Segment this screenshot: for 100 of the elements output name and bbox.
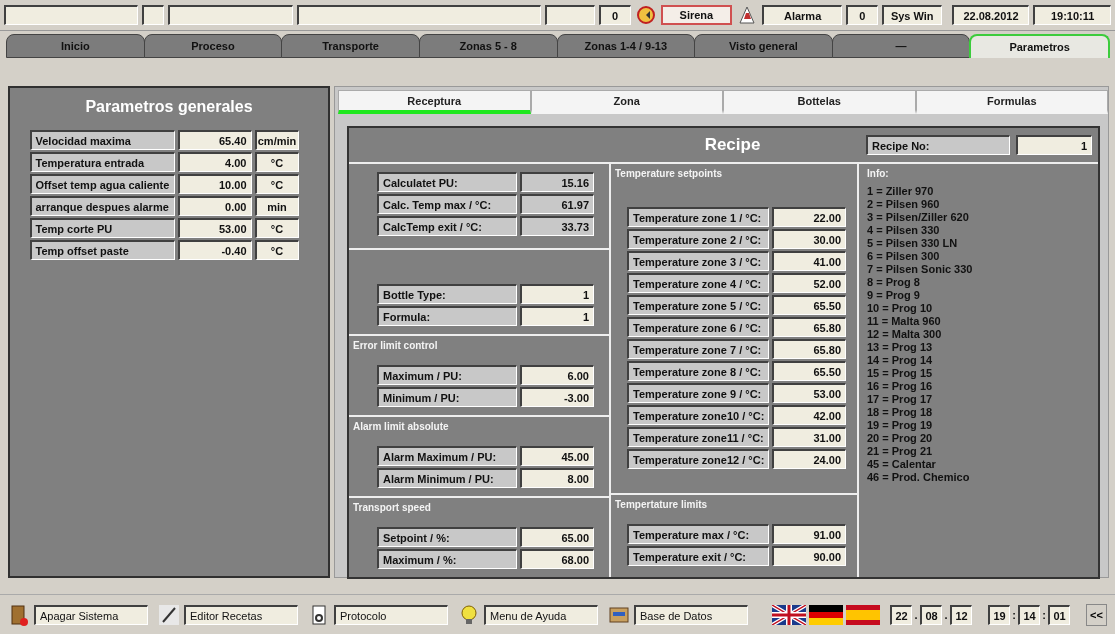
subtab[interactable]: Formulas — [915, 90, 1108, 114]
field-label: Velocidad maxima — [29, 130, 175, 150]
info-title: Info: — [867, 168, 890, 179]
info-line: 4 = Pilsen 330 — [867, 224, 941, 237]
date-field: 22.08.2012 — [951, 5, 1030, 25]
uk-flag-icon[interactable] — [772, 605, 806, 625]
info-line: 18 = Prog 18 — [867, 406, 934, 419]
value-field[interactable]: 1 — [1016, 135, 1092, 155]
value-field[interactable]: -0.40 — [177, 240, 252, 260]
siren-button[interactable]: Sirena — [660, 5, 733, 25]
value-field[interactable]: 6.00 — [520, 365, 594, 385]
field-label: Temperature zone 5 / °C: — [627, 295, 769, 315]
tab[interactable]: — — [831, 34, 971, 58]
value-field[interactable]: 52.00 — [772, 273, 846, 293]
info-line: 20 = Prog 20 — [867, 432, 934, 445]
value-field[interactable]: 41.00 — [772, 251, 846, 271]
tab[interactable]: Inicio — [6, 34, 145, 58]
value-field[interactable]: 65.50 — [772, 295, 846, 315]
tab[interactable]: Visto general — [694, 34, 833, 58]
value-field[interactable]: 68.00 — [520, 549, 594, 569]
panel-title: Recipe — [703, 135, 762, 155]
info-line: 17 = Prog 17 — [867, 393, 934, 406]
value-field[interactable]: 91.00 — [772, 524, 846, 544]
field-label: Temperature zone 2 / °C: — [627, 229, 769, 249]
section-title: Error limit control — [353, 340, 438, 351]
value-field[interactable]: 65.80 — [772, 339, 846, 359]
field-label: Maximum / PU: — [377, 365, 517, 385]
value-field[interactable]: 65.50 — [772, 361, 846, 381]
value-field[interactable]: -3.00 — [520, 387, 594, 407]
field-label: Alarm Maximum / PU: — [377, 446, 517, 466]
date-time-field[interactable]: 12 — [950, 605, 972, 625]
date-time-field[interactable]: 19 — [988, 605, 1010, 625]
field-label: Calculatet PU: — [377, 172, 517, 192]
tab[interactable]: Transporte — [281, 34, 420, 58]
info-line: 21 = Prog 21 — [867, 445, 934, 458]
value-field[interactable]: 1 — [520, 306, 594, 326]
value-field[interactable]: 0.00 — [177, 196, 252, 216]
value-field[interactable]: 22.00 — [772, 207, 846, 227]
count-field: 0 — [845, 5, 878, 25]
field-label: Temperature zone12 / °C: — [627, 449, 769, 469]
value-field[interactable]: 53.00 — [177, 218, 252, 238]
value-field[interactable]: 42.00 — [772, 405, 846, 425]
value-field[interactable]: 45.00 — [520, 446, 594, 466]
lightbulb-icon — [458, 604, 480, 626]
info-line: 10 = Prog 10 — [867, 302, 934, 315]
info-line: 5 = Pilsen 330 LN — [867, 237, 959, 250]
value-field[interactable]: 8.00 — [520, 468, 594, 488]
count-field: 0 — [598, 5, 631, 25]
subtab[interactable]: Zona — [530, 90, 723, 114]
section-title: Tempertature limits — [615, 499, 708, 510]
field-label: Bottle Type: — [377, 284, 517, 304]
date-time-field[interactable]: 14 — [1018, 605, 1040, 625]
date-time-field[interactable]: 22 — [890, 605, 912, 625]
tab[interactable]: Proceso — [143, 34, 283, 58]
collapse-button[interactable]: << — [1086, 604, 1107, 626]
value-field[interactable]: 65.00 — [520, 527, 594, 547]
readonly-field: 61.97 — [520, 194, 594, 214]
unit-label: min — [254, 196, 299, 216]
field-label: Temperature zone 4 / °C: — [627, 273, 769, 293]
date-time-field[interactable]: 01 — [1048, 605, 1070, 625]
value-field[interactable]: 53.00 — [772, 383, 846, 403]
section-title: Alarm limit absolute — [353, 421, 449, 432]
spain-flag-icon[interactable] — [846, 605, 880, 625]
value-field[interactable]: 4.00 — [177, 152, 252, 172]
field-label: Temp offset paste — [29, 240, 175, 260]
alarm-button[interactable]: Alarma — [762, 5, 842, 25]
value-field[interactable]: 90.00 — [772, 546, 846, 566]
unit-label: °C — [254, 174, 299, 194]
subtab[interactable]: Bottelas — [723, 90, 916, 114]
subtab[interactable]: Receptura — [338, 90, 531, 114]
info-line: 9 = Prog 9 — [867, 289, 921, 302]
value-field[interactable]: 31.00 — [772, 427, 846, 447]
value-field[interactable]: 65.80 — [772, 317, 846, 337]
info-line: 13 = Prog 13 — [867, 341, 934, 354]
field-label: Temperature zone 9 / °C: — [627, 383, 769, 403]
field-label: Temperature zone 1 / °C: — [627, 207, 769, 227]
tab[interactable]: Parametros — [969, 34, 1110, 58]
value-field[interactable]: 30.00 — [772, 229, 846, 249]
field-label: Formula: — [377, 306, 517, 326]
unit-label: °C — [254, 240, 299, 260]
value-field[interactable]: 24.00 — [772, 449, 846, 469]
value-field[interactable]: 10.00 — [177, 174, 252, 194]
field-label: Calc. Temp max / °C: — [377, 194, 517, 214]
system-button[interactable]: Sys Win — [881, 5, 942, 25]
value-field[interactable]: 1 — [520, 284, 594, 304]
field-label: Recipe No: — [866, 135, 1010, 155]
panel-title: Parametros generales — [85, 98, 253, 116]
tab[interactable]: Zonas 5 - 8 — [418, 34, 558, 58]
info-line: 11 = Malta 960 — [867, 315, 942, 328]
field-label: Temperatura entrada — [29, 152, 175, 172]
field-label: Temperature zone 6 / °C: — [627, 317, 769, 337]
germany-flag-icon[interactable] — [809, 605, 843, 625]
field-label: Minimum / PU: — [377, 387, 517, 407]
date-time-field[interactable]: 08 — [920, 605, 942, 625]
field-label: Setpoint / %: — [377, 527, 517, 547]
status-field — [544, 5, 595, 25]
tab[interactable]: Zonas 1-4 / 9-13 — [556, 34, 696, 58]
value-field[interactable]: 65.40 — [177, 130, 252, 150]
section-title: Transport speed — [353, 502, 431, 513]
info-line: 16 = Prog 16 — [867, 380, 934, 393]
